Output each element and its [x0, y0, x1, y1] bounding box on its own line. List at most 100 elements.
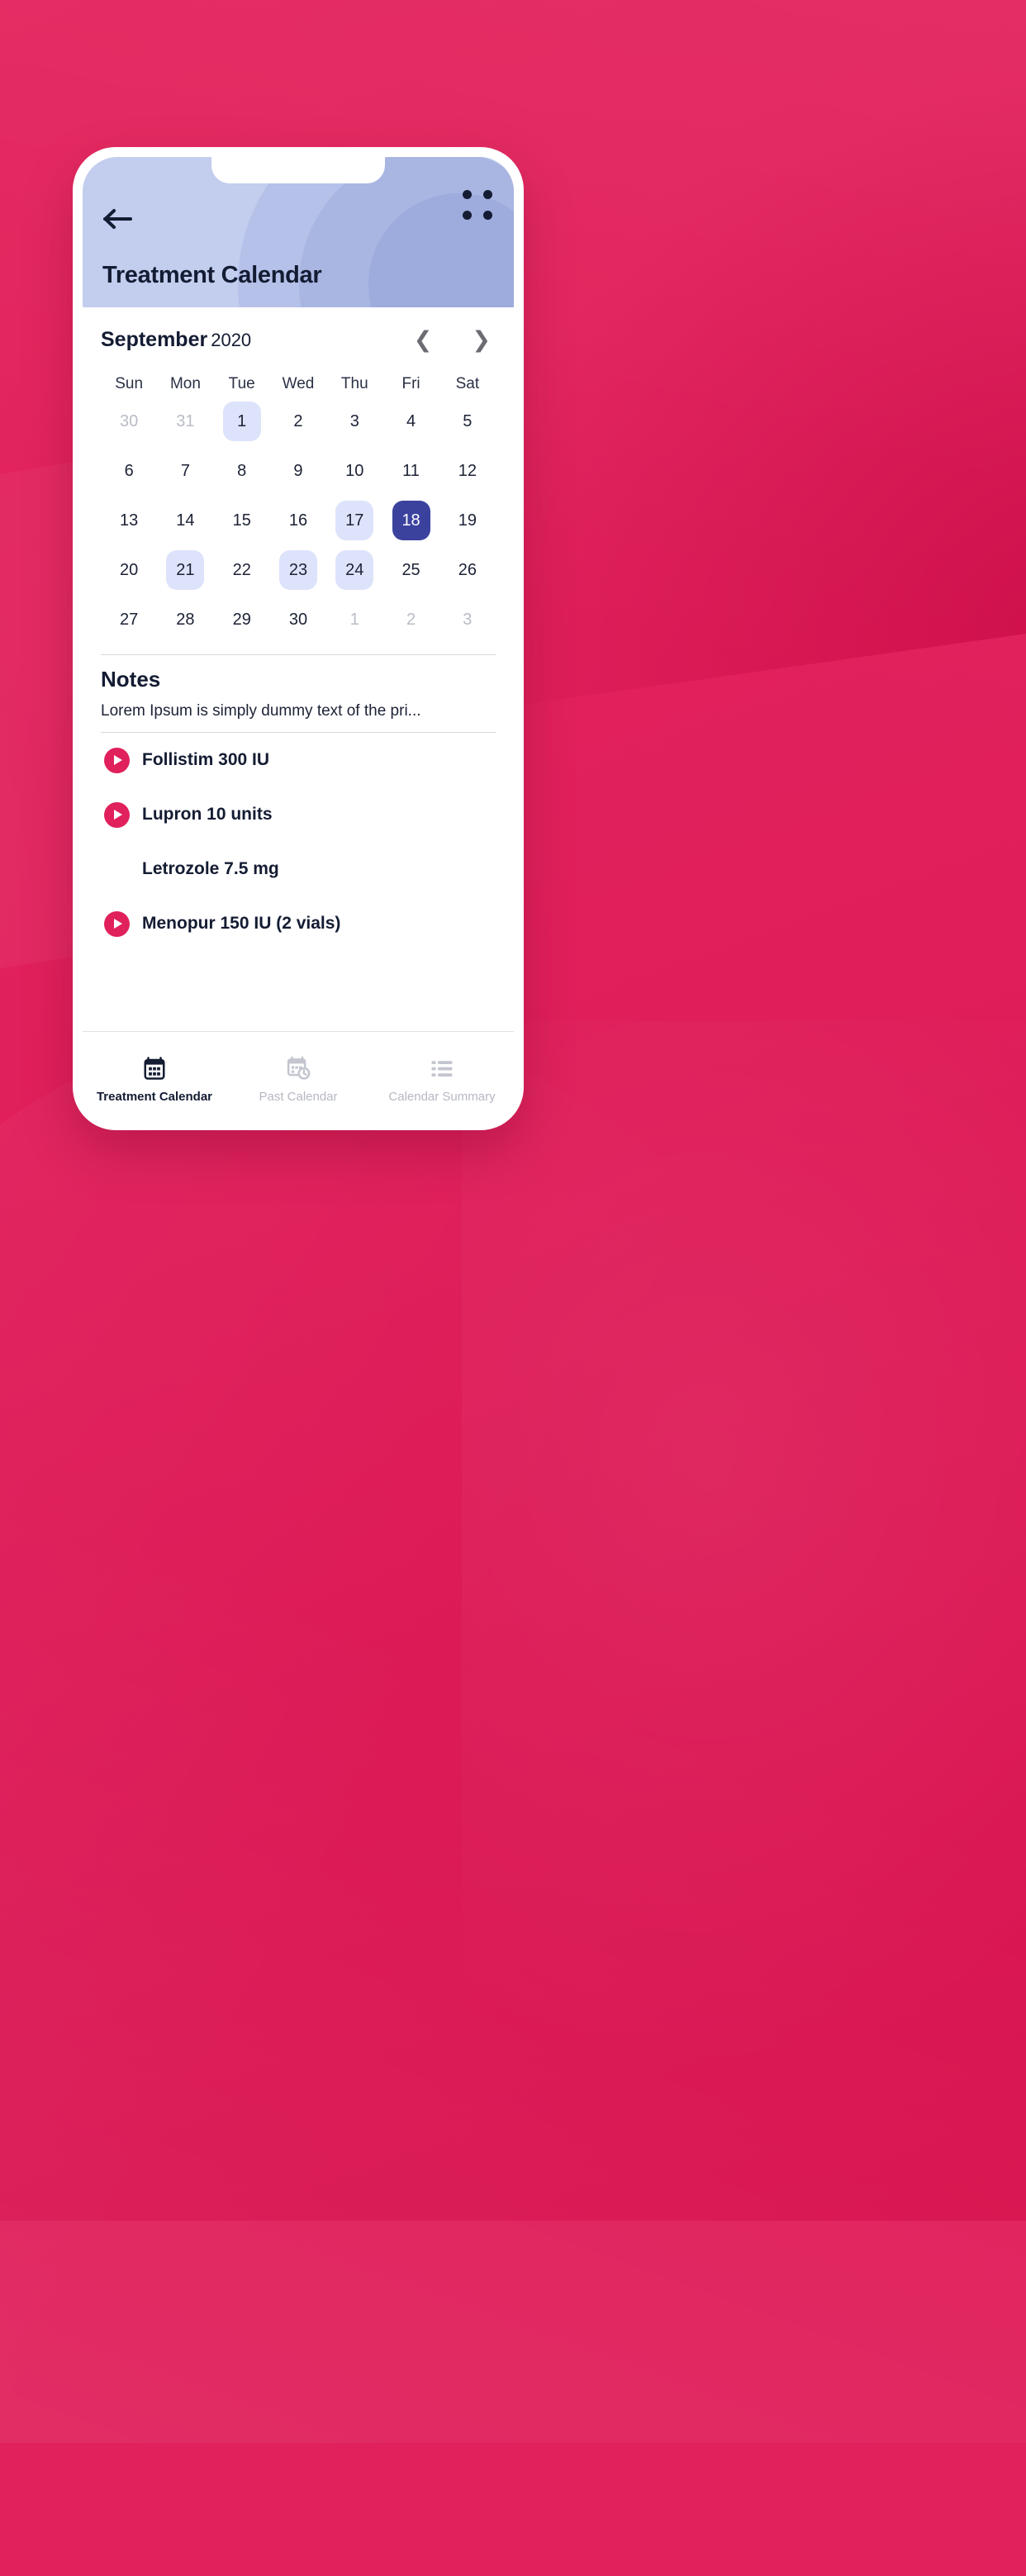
calendar-day-cell[interactable]: 3 — [439, 596, 496, 643]
calendar-day-label: 23 — [278, 550, 317, 590]
list-icon — [430, 1056, 454, 1081]
calendar-day-label: 12 — [458, 461, 477, 480]
calendar-day-cell[interactable]: 15 — [214, 497, 270, 544]
back-button[interactable] — [102, 207, 135, 231]
calendar-day-cell[interactable]: 29 — [214, 596, 270, 643]
calendar-day-cell[interactable]: 8 — [214, 448, 270, 494]
calendar-day-cell[interactable]: 28 — [157, 596, 213, 643]
calendar-week-row: 6 7 8 9 10 11 12 — [101, 448, 496, 494]
nav-item-label: Treatment Calendar — [96, 1089, 213, 1104]
calendar-day-cell[interactable]: 11 — [382, 448, 439, 494]
weekday-label: Sun — [115, 375, 144, 392]
calendar-day-label: 22 — [232, 560, 251, 579]
weekday-label: Thu — [340, 375, 368, 392]
medication-name: Letrozole 7.5 mg — [142, 859, 279, 878]
medication-item[interactable]: Lupron 10 units — [101, 787, 496, 842]
month-nav: ❮ ❯ — [414, 328, 496, 351]
medication-name: Follistim 300 IU — [142, 750, 270, 769]
calendar-day-cell[interactable]: 1 — [326, 596, 382, 643]
calendar-day-cell[interactable]: 25 — [382, 547, 439, 593]
calendar-day-cell[interactable]: 21 — [157, 547, 213, 593]
calendar-day-label: 16 — [288, 511, 308, 530]
calendar-day-cell[interactable]: 22 — [214, 547, 270, 593]
calendar-day-label: 29 — [232, 610, 251, 629]
medication-item[interactable]: Letrozole 7.5 mg — [101, 842, 496, 896]
calendar-day-label: 3 — [349, 411, 359, 430]
play-icon[interactable] — [104, 910, 130, 937]
calendar-day-cell[interactable]: 23 — [270, 547, 326, 593]
calendar-day-label: 27 — [120, 610, 139, 629]
nav-item-label: Calendar Summary — [388, 1089, 496, 1104]
calendar-day-cell[interactable]: 31 — [157, 398, 213, 444]
notes-body[interactable]: Lorem Ipsum is simply dummy text of the … — [101, 702, 496, 720]
calendar-day-cell[interactable]: 18 — [382, 497, 439, 544]
calendar-day-cell[interactable]: 5 — [439, 398, 496, 444]
calendar-day-cell[interactable]: 10 — [326, 448, 382, 494]
calendar-day-cell[interactable]: 9 — [270, 448, 326, 494]
calendar-day-cell[interactable]: 19 — [439, 497, 496, 544]
nav-item-calendar-summary[interactable]: Calendar Summary — [370, 1056, 514, 1104]
month-label: September 2020 — [101, 328, 251, 352]
phone-mockup: Treatment Calendar September 2020 ❮ ❯ Sun… — [73, 147, 524, 1130]
calendar-day-cell[interactable]: 16 — [270, 497, 326, 544]
calendar-day-cell[interactable]: 7 — [157, 448, 213, 494]
calendar-day-label: 3 — [463, 610, 473, 629]
calendar-day-label: 28 — [176, 610, 195, 629]
calendar-day-cell[interactable]: 30 — [270, 596, 326, 643]
calendar-day-cell[interactable]: 14 — [157, 497, 213, 544]
calendar-day-label: 17 — [335, 501, 374, 540]
calendar-week-row: 30 31 1 2 3 4 5 — [101, 398, 496, 444]
calendar-day-label: 15 — [232, 511, 251, 530]
calendar-day-label: 31 — [176, 411, 195, 430]
next-month-button[interactable]: ❯ — [472, 328, 491, 351]
calendar-day-label: 19 — [458, 511, 477, 530]
nav-item-past-calendar[interactable]: Past Calendar — [226, 1056, 370, 1104]
calendar-week-row: 27 28 29 30 1 2 3 — [101, 596, 496, 643]
medication-item[interactable]: Follistim 300 IU — [101, 733, 496, 787]
play-icon[interactable] — [104, 801, 130, 828]
calendar-day-cell[interactable]: 6 — [101, 448, 157, 494]
arrow-left-icon — [103, 209, 132, 229]
calendar-day-cell[interactable]: 2 — [382, 596, 439, 643]
calendar-day-cell[interactable]: 27 — [101, 596, 157, 643]
medication-name: Menopur 150 IU (2 vials) — [142, 914, 341, 933]
calendar-day-label: 4 — [406, 411, 416, 430]
prev-month-button[interactable]: ❮ — [414, 328, 433, 351]
calendar-day-cell[interactable]: 13 — [101, 497, 157, 544]
bottom-navigation: Treatment Calendar Past Calendar Calendar … — [83, 1031, 514, 1120]
medication-item[interactable]: Menopur 150 IU (2 vials) — [101, 896, 496, 951]
calendar-day-label: 26 — [458, 560, 477, 579]
phone-screen: Treatment Calendar September 2020 ❮ ❯ Sun… — [83, 157, 514, 1120]
calendar-day-label: 25 — [401, 560, 420, 579]
medication-list: Follistim 300 IU Lupron 10 units Letrozole… — [83, 733, 514, 951]
phone-notch — [211, 157, 385, 183]
calendar-day-cell[interactable]: 30 — [101, 398, 157, 444]
grid-menu-button[interactable] — [463, 190, 492, 220]
notes-heading: Notes — [101, 667, 161, 692]
calendar-day-label: 20 — [120, 560, 139, 579]
calendar-day-cell[interactable]: 1 — [214, 398, 270, 444]
nav-item-treatment-calendar[interactable]: Treatment Calendar — [83, 1056, 226, 1104]
calendar-day-cell[interactable]: 2 — [270, 398, 326, 444]
calendar-week-row: 20 21 22 23 24 25 26 — [101, 547, 496, 593]
calendar-day-cell[interactable]: 3 — [326, 398, 382, 444]
calendar-day-cell[interactable]: 20 — [101, 547, 157, 593]
grid-dot-1 — [463, 190, 472, 199]
calendar-day-label: 2 — [406, 610, 416, 629]
calendar-day-cell[interactable]: 24 — [326, 547, 382, 593]
calendar-day-label: 30 — [120, 411, 139, 430]
calendar-day-cell[interactable]: 26 — [439, 547, 496, 593]
grid-dot-4 — [483, 211, 492, 220]
calendar-day-cell[interactable]: 17 — [326, 497, 382, 544]
nav-item-label: Past Calendar — [259, 1089, 338, 1104]
calendar-grid: 30 31 1 2 3 4 5 6 7 8 9 10 11 12 13 14 15 16 17 18 19 20 21 22 2… — [101, 398, 496, 643]
calendar-day-cell[interactable]: 12 — [439, 448, 496, 494]
calendar-week-row: 13 14 15 16 17 18 19 — [101, 497, 496, 544]
calendar-day-label: 10 — [345, 461, 364, 480]
month-name: September — [101, 327, 208, 351]
calendar-day-label: 1 — [349, 610, 359, 629]
grid-dot-2 — [483, 190, 492, 199]
weekday-label: Tue — [228, 375, 255, 392]
calendar-day-cell[interactable]: 4 — [382, 398, 439, 444]
play-icon[interactable] — [104, 747, 130, 773]
